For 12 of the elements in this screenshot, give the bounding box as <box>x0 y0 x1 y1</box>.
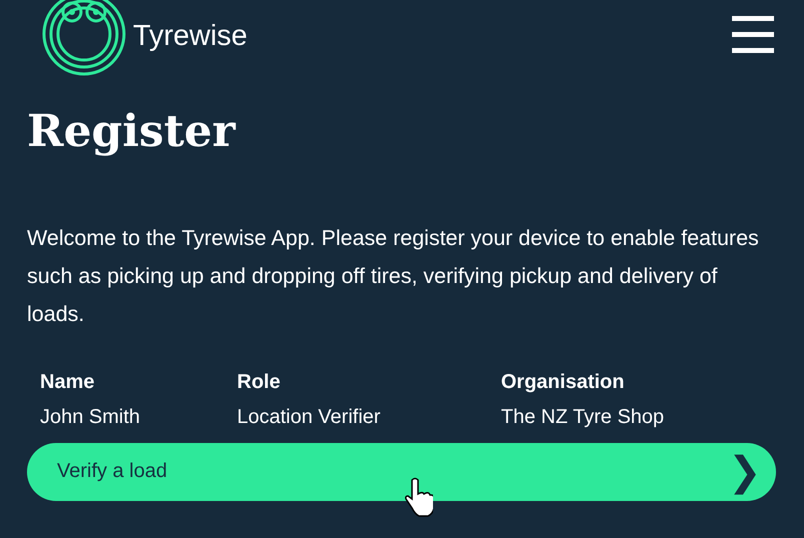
hand-cursor-icon <box>403 476 433 517</box>
column-heading: Organisation <box>501 370 626 394</box>
detail-value: The NZ Tyre Shop <box>501 406 666 429</box>
column-heading: Role <box>237 370 282 394</box>
menu-icon[interactable] <box>732 16 774 54</box>
page-title: Register <box>27 106 237 159</box>
verify-load-button[interactable]: Verify a load ❯ <box>27 442 776 501</box>
detail-value: John Smith <box>40 406 142 429</box>
column-heading: Name <box>40 370 96 394</box>
brand-name: Tyrewise <box>133 20 248 52</box>
detail-value: Location Verifier <box>237 406 382 429</box>
intro-text: Welcome to the Tyrewise App. Please register your device to enable features such as picking up and dropping off tires, verifying pickup and delivery of loads. <box>27 224 760 328</box>
